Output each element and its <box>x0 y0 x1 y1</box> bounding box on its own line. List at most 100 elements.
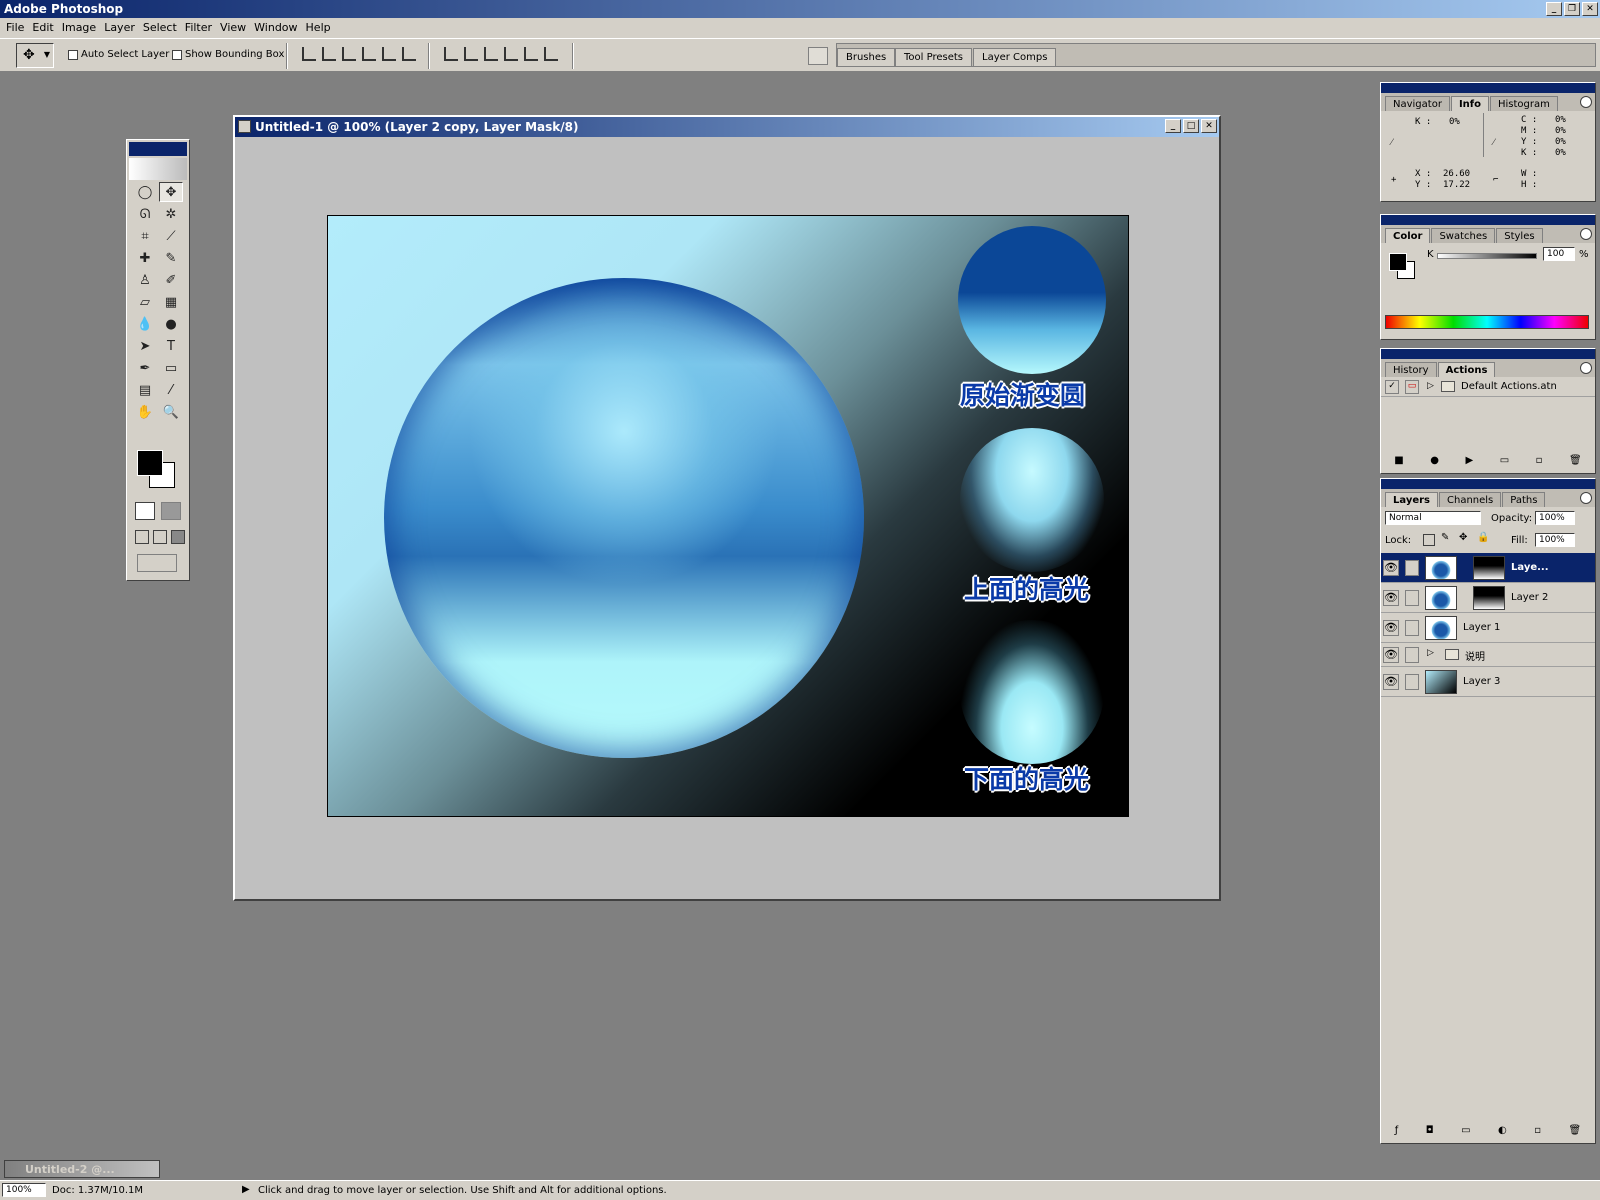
screen-mode-full-menu-icon[interactable] <box>153 530 167 544</box>
tab-swatches[interactable]: Swatches <box>1431 228 1496 243</box>
jump-to-imageready-icon[interactable] <box>137 554 177 572</box>
type-tool-icon[interactable]: T <box>159 336 183 356</box>
align-right-icon[interactable] <box>402 47 416 61</box>
new-group-icon[interactable]: ▭ <box>1461 1125 1470 1141</box>
distribute-left-icon[interactable] <box>504 47 518 61</box>
brush-indicator-icon[interactable] <box>1405 560 1419 576</box>
layer-style-icon[interactable]: ƒ <box>1395 1125 1399 1141</box>
adobe-feather-icon[interactable] <box>129 158 187 180</box>
tab-info[interactable]: Info <box>1450 96 1489 111</box>
menu-window[interactable]: Window <box>252 18 303 38</box>
align-left-icon[interactable] <box>362 47 376 61</box>
gradient-tool-icon[interactable]: ▦ <box>159 292 183 312</box>
screen-mode-full-icon[interactable] <box>171 530 185 544</box>
link-icon[interactable] <box>1405 620 1419 636</box>
tab-layers[interactable]: Layers <box>1385 492 1438 507</box>
distribute-bottom-icon[interactable] <box>484 47 498 61</box>
layer-row-layer2-copy[interactable]: 👁 Laye... <box>1381 553 1595 583</box>
pen-tool-icon[interactable]: ✒ <box>133 358 157 378</box>
well-tab-tool-presets[interactable]: Tool Presets <box>895 48 972 66</box>
close-button[interactable]: ✕ <box>1582 2 1598 16</box>
expand-triangle-icon[interactable]: ▷ <box>1427 381 1434 391</box>
layer-mask-thumbnail[interactable] <box>1473 586 1505 610</box>
panel-menu-arrow-icon[interactable] <box>1580 96 1592 108</box>
doc-close-button[interactable]: ✕ <box>1201 119 1217 133</box>
visibility-eye-icon[interactable]: 👁 <box>1383 647 1399 663</box>
link-icon[interactable] <box>1405 674 1419 690</box>
quick-mask-mode-icon[interactable] <box>161 502 181 520</box>
tool-preset-picker[interactable]: ✥ ▼ <box>16 43 54 68</box>
trash-icon[interactable]: 🗑 <box>1569 455 1582 471</box>
tab-histogram[interactable]: Histogram <box>1490 96 1558 111</box>
dodge-tool-icon[interactable]: ● <box>159 314 183 334</box>
opacity-input[interactable]: 100% <box>1535 511 1575 525</box>
minimized-document[interactable]: Untitled-2 @... <box>4 1160 160 1178</box>
new-layer-icon[interactable]: ▫ <box>1534 1125 1541 1141</box>
visibility-eye-icon[interactable]: 👁 <box>1383 620 1399 636</box>
path-selection-tool-icon[interactable]: ➤ <box>133 336 157 356</box>
toolbox-header[interactable] <box>129 142 187 156</box>
panel-menu-arrow-icon[interactable] <box>1580 492 1592 504</box>
new-set-icon[interactable]: ▭ <box>1500 455 1509 471</box>
align-vcenter-icon[interactable] <box>322 47 336 61</box>
history-brush-tool-icon[interactable]: ✐ <box>159 270 183 290</box>
doc-minimize-button[interactable]: _ <box>1165 119 1181 133</box>
link-icon[interactable] <box>1405 590 1419 606</box>
status-menu-arrow-icon[interactable]: ▶ <box>242 1184 250 1195</box>
layer-row-group[interactable]: 👁 ▷ 说明 <box>1381 643 1595 667</box>
link-icon[interactable] <box>1405 647 1419 663</box>
crop-tool-icon[interactable]: ⌗ <box>133 226 157 246</box>
visibility-eye-icon[interactable]: 👁 <box>1383 560 1399 576</box>
tab-navigator[interactable]: Navigator <box>1385 96 1450 111</box>
panel-header[interactable] <box>1381 215 1595 225</box>
layer-row-layer3[interactable]: 👁 Layer 3 <box>1381 667 1595 697</box>
visibility-eye-icon[interactable]: 👁 <box>1383 674 1399 690</box>
zoom-tool-icon[interactable]: 🔍 <box>159 402 183 422</box>
show-bounding-box-checkbox[interactable]: Show Bounding Box <box>172 49 284 60</box>
document-titlebar[interactable]: Untitled-1 @ 100% (Layer 2 copy, Layer M… <box>235 117 1219 137</box>
visibility-eye-icon[interactable]: 👁 <box>1383 590 1399 606</box>
adjustment-layer-icon[interactable]: ◐ <box>1498 1125 1507 1141</box>
screen-mode-standard-icon[interactable] <box>135 530 149 544</box>
panel-header[interactable] <box>1381 83 1595 93</box>
k-value-input[interactable]: 100 <box>1543 247 1575 261</box>
minimize-button[interactable]: _ <box>1546 2 1562 16</box>
layer-row-layer2[interactable]: 👁 Layer 2 <box>1381 583 1595 613</box>
quick-mask-standard-icon[interactable] <box>135 502 155 520</box>
eraser-tool-icon[interactable]: ▱ <box>133 292 157 312</box>
tab-paths[interactable]: Paths <box>1502 492 1546 507</box>
healing-brush-tool-icon[interactable]: ✚ <box>133 248 157 268</box>
tab-channels[interactable]: Channels <box>1439 492 1502 507</box>
menu-layer[interactable]: Layer <box>102 18 141 38</box>
move-tool-icon[interactable]: ✥ <box>159 182 183 202</box>
magic-wand-tool-icon[interactable]: ✲ <box>159 204 183 224</box>
blend-mode-select[interactable]: Normal <box>1385 511 1481 525</box>
tab-actions[interactable]: Actions <box>1437 362 1496 377</box>
panel-header[interactable] <box>1381 349 1595 359</box>
distribute-top-icon[interactable] <box>444 47 458 61</box>
panel-menu-arrow-icon[interactable] <box>1580 362 1592 374</box>
file-browser-icon[interactable] <box>808 47 828 65</box>
stop-icon[interactable]: ■ <box>1394 455 1403 471</box>
tab-styles[interactable]: Styles <box>1496 228 1543 243</box>
lock-all-icon[interactable]: 🔒 <box>1477 532 1489 543</box>
image-canvas[interactable]: 原始渐变圆 上面的高光 下面的高光 <box>327 215 1129 817</box>
eyedropper-tool-icon[interactable]: ⁄ <box>159 380 183 400</box>
align-hcenter-icon[interactable] <box>382 47 396 61</box>
foreground-color-swatch[interactable] <box>137 450 163 476</box>
shape-tool-icon[interactable]: ▭ <box>159 358 183 378</box>
dialog-toggle-icon[interactable]: ▭ <box>1405 380 1419 394</box>
menu-help[interactable]: Help <box>304 18 337 38</box>
layer-mask-thumbnail[interactable] <box>1473 556 1505 580</box>
panel-header[interactable] <box>1381 479 1595 489</box>
new-action-icon[interactable]: ▫ <box>1536 455 1543 471</box>
distribute-right-icon[interactable] <box>544 47 558 61</box>
distribute-vcenter-icon[interactable] <box>464 47 478 61</box>
doc-maximize-button[interactable]: □ <box>1183 119 1199 133</box>
actions-list-item[interactable]: ✓ ▭ ▷ Default Actions.atn <box>1381 377 1595 397</box>
menu-image[interactable]: Image <box>60 18 102 38</box>
checkbox-box[interactable] <box>172 49 182 60</box>
auto-select-layer-checkbox[interactable]: Auto Select Layer <box>68 49 169 60</box>
tab-history[interactable]: History <box>1385 362 1437 377</box>
lock-image-icon[interactable]: ✎ <box>1441 532 1449 543</box>
